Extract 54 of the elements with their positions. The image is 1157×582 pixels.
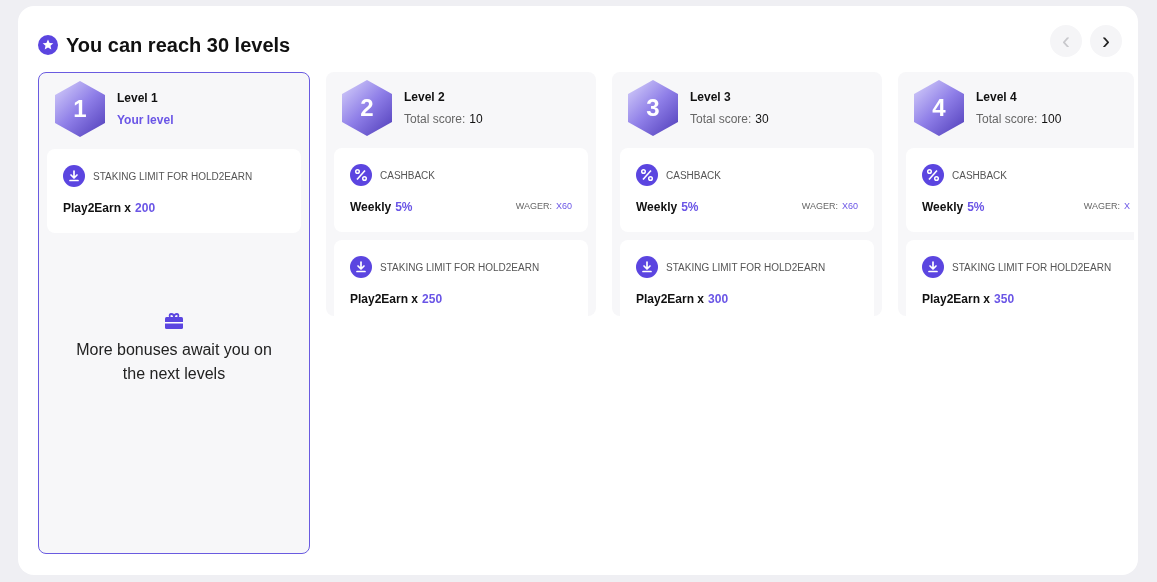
score-value: 100 <box>1041 111 1062 128</box>
score-label: Total score: <box>690 111 752 128</box>
gift-icon <box>164 312 184 330</box>
level-badge: 4 <box>914 80 964 136</box>
perk-label: STAKING LIMIT FOR HOLD2EARN <box>93 169 253 184</box>
level-status: Your level <box>117 112 174 129</box>
wager-label: WAGER: <box>515 200 552 214</box>
perk-value: 5% <box>967 199 985 216</box>
level-card[interactable]: 1 Level 1 Your level STAKING LIMIT FOR HOLD2EARN Play2Earn x 200 More bonuses await you on the next levels <box>38 72 310 554</box>
perk-name: Weekly <box>350 199 392 216</box>
page-title: You can reach 30 levels <box>66 33 291 58</box>
level-badge: 2 <box>342 80 392 136</box>
perk-name: Play2Earn x <box>922 291 991 308</box>
level-title: Level 3 <box>690 89 732 106</box>
wager-value: X60 <box>842 200 858 214</box>
percent-icon <box>922 164 944 186</box>
perk-value: 5% <box>395 199 413 216</box>
download-icon <box>922 256 944 278</box>
perk-label: STAKING LIMIT FOR HOLD2EARN <box>666 260 826 275</box>
more-bonuses-text: More bonuses await you on the next levels <box>75 340 273 384</box>
wager-label: WAGER: <box>1083 200 1120 214</box>
wager-label: WAGER: <box>801 200 838 214</box>
download-icon <box>63 165 85 187</box>
perk-value: 5% <box>681 199 699 216</box>
level-badge: 1 <box>55 81 105 137</box>
perk-name: Weekly <box>636 199 678 216</box>
perk-value: 250 <box>422 291 443 308</box>
percent-icon <box>350 164 372 186</box>
level-title: Level 2 <box>404 89 446 106</box>
score-value: 30 <box>755 111 769 128</box>
level-title: Level 4 <box>976 89 1018 106</box>
perk-name: Play2Earn x <box>350 291 419 308</box>
perk-value: 300 <box>708 291 729 308</box>
percent-icon <box>636 164 658 186</box>
perk-name: Play2Earn x <box>63 200 132 217</box>
score-label: Total score: <box>404 111 466 128</box>
perk-name: Play2Earn x <box>636 291 705 308</box>
perk-value: 350 <box>994 291 1015 308</box>
score-label: Total score: <box>976 111 1038 128</box>
level-badge: 3 <box>628 80 678 136</box>
perk-label: CASHBACK <box>380 168 435 183</box>
score-value: 10 <box>469 111 483 128</box>
wager-value: X60 <box>556 200 572 214</box>
perk-label: CASHBACK <box>952 168 1007 183</box>
download-icon <box>636 256 658 278</box>
perk-name: Weekly <box>922 199 964 216</box>
wager-value: X <box>1124 200 1130 214</box>
perk-value: 200 <box>135 200 156 217</box>
perk-label: STAKING LIMIT FOR HOLD2EARN <box>380 260 540 275</box>
level-title: Level 1 <box>117 90 159 107</box>
download-icon <box>350 256 372 278</box>
perk-label: CASHBACK <box>666 168 721 183</box>
next-button[interactable]: › <box>1090 25 1122 57</box>
perk-label: STAKING LIMIT FOR HOLD2EARN <box>952 260 1112 275</box>
